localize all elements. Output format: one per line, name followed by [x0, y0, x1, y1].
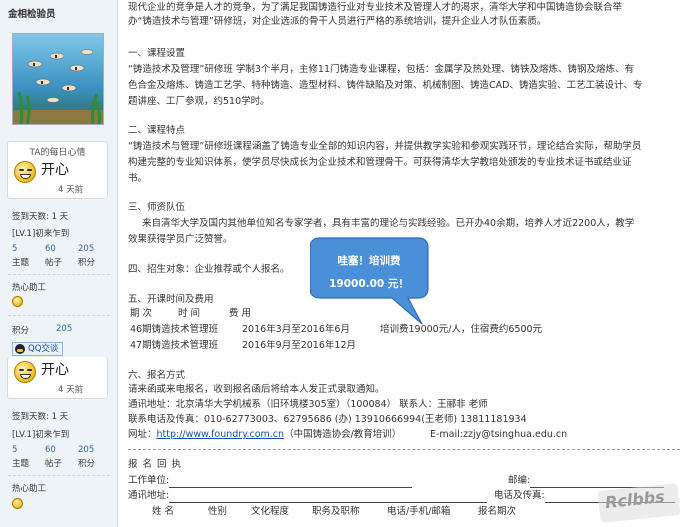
aquarium-avatar-image [13, 34, 103, 124]
intro-text: 现代企业的竞争是人才的竞争，为了满足我国铸造行业对专业技术及管理人才的渴求，清华… [128, 2, 623, 13]
stat-topics[interactable]: 5 主题 [12, 244, 45, 268]
hot-helper-label: 热心助工 [12, 283, 47, 293]
hot-helper-label: 热心助工 [12, 484, 47, 494]
form-col-gender: 性别 [208, 506, 228, 517]
user-stats: 5 主题 60 帖子 205 积分 [12, 445, 111, 469]
contact-phone: 联系电话及传真：010-62773003、62795686 (办) 139106… [128, 414, 527, 425]
stat-topics[interactable]: 5 主题 [12, 445, 45, 469]
mood-title: TA的每日心情 [29, 148, 86, 158]
mood-text: 开心 [41, 362, 69, 378]
form-col-name: 姓 名 [152, 506, 175, 517]
user-stats: 5 主题 60 帖子 205 积分 [12, 244, 111, 268]
signin-days: 签到天数: 1 天 [12, 412, 69, 422]
medal-smiley-icon [12, 296, 23, 307]
avatar[interactable] [12, 33, 104, 125]
section-text: 构建完整的专业知识体系，使学员尽快成长为企业技术和管理骨干。可获得清华大学教培处… [128, 157, 632, 168]
qq-chat-button[interactable]: QQ交谈 [12, 342, 64, 356]
user-level[interactable]: [LV.1]初来乍到 [12, 428, 69, 440]
address-field[interactable] [169, 493, 488, 503]
contact-email[interactable]: E-mail:zzjy@tsinghua.edu.cn [430, 428, 567, 442]
bubble-line2: 19000.00 元！ [329, 278, 409, 290]
section-text: 请来函或来电报名，收到报名函后将给本人发正式录取通知。 [128, 384, 385, 395]
mood-text: 开心 [41, 162, 69, 178]
divider [8, 475, 110, 476]
table-header: 时 间 [178, 308, 201, 319]
course-name: 46期铸造技术管理班 [130, 324, 219, 335]
qq-penguin-icon [15, 344, 25, 354]
site-watermark: Rclbbs [595, 481, 683, 523]
happy-face-icon [14, 361, 36, 383]
user-sidebar: 金相检验员 TA的每日心情 开心 4 天前 签到天数: 1 天 [LV.1]初来… [0, 0, 118, 527]
points-label: 积分 [12, 326, 30, 336]
section-text: “铸造技术与管理”研修班课程涵盖了铸造专业全部的知识内容，并提供教学实验和参观实… [128, 141, 642, 152]
section-title: 六、报名方式 [128, 370, 186, 381]
daily-mood-box-duplicate: 开心 4 天前 [7, 357, 108, 399]
section-title: 二、课程特点 [128, 125, 186, 136]
bubble-line1: 哇塞！培训费 [337, 255, 401, 267]
form-col-contact: 电话/手机/邮箱 [387, 506, 451, 517]
section-title: 一、课程设置 [128, 48, 186, 59]
points-value: 205 [56, 324, 73, 334]
form-title: 报 名 回 执 [128, 459, 183, 470]
daily-mood-box: TA的每日心情 开心 4 天前 [7, 141, 108, 199]
divider [8, 315, 110, 316]
section-title: 三、师资队伍 [128, 202, 186, 213]
course-time: 2016年9月至2016年12月 [242, 340, 356, 351]
stat-points[interactable]: 205 积分 [78, 244, 111, 268]
form-col-title: 职务及职称 [312, 506, 360, 517]
speech-bubble: 哇塞！培训费 19000.00 元！ [310, 236, 438, 325]
course-name: 47期铸造技术管理班 [130, 340, 219, 351]
divider [128, 449, 680, 450]
table-header: 期 次 [130, 308, 153, 319]
signin-days: 签到天数: 1 天 [12, 212, 69, 222]
section-text: 书。 [128, 173, 148, 184]
contact-web: 网址：http://www.foundry.com.cn（中国铸造协会/教育培训… [128, 429, 402, 440]
section-text: “铸造技术及管理”研修班 学制3个半月，主修11门铸造专业课程，包括：金属学及热… [128, 64, 634, 75]
website-link[interactable]: http://www.foundry.com.cn [157, 429, 285, 440]
mood-time: 4 天前 [58, 385, 84, 395]
section-text: 来自清华大学及国内其他单位知名专家学者，具有丰富的理论与实践经验。已开办40余期… [142, 218, 635, 229]
divider [8, 274, 110, 275]
unit-field[interactable] [169, 478, 413, 488]
happy-face-icon [14, 161, 36, 183]
form-col-session: 报名期次 [478, 506, 517, 517]
mood-time: 4 天前 [58, 185, 84, 195]
username[interactable]: 金相检验员 [8, 6, 56, 20]
intro-text: 办“铸造技术与管理”研修班，对企业选派的骨干人员进行严格的系统培训，提升企业人才… [128, 16, 547, 27]
table-header: 费 用 [229, 308, 252, 319]
user-level[interactable]: [LV.1]初来乍到 [12, 227, 69, 239]
contact-address: 通讯地址：北京清华大学机械系（旧环境楼305室）（100084） 联系人：王郦非… [128, 399, 488, 410]
section-text: 色合金及熔炼、铸造工艺学、特种铸造、造型材料、铸件缺陷及对策、机械制图、铸造CA… [128, 80, 643, 91]
stat-points[interactable]: 205 积分 [78, 445, 111, 469]
medal-smiley-icon [12, 498, 23, 509]
stat-posts[interactable]: 60 帖子 [45, 244, 78, 268]
stat-posts[interactable]: 60 帖子 [45, 445, 78, 469]
form-col-education: 文化程度 [251, 506, 290, 517]
section-text: 题讲座、工厂参观，约510学时。 [128, 96, 270, 107]
